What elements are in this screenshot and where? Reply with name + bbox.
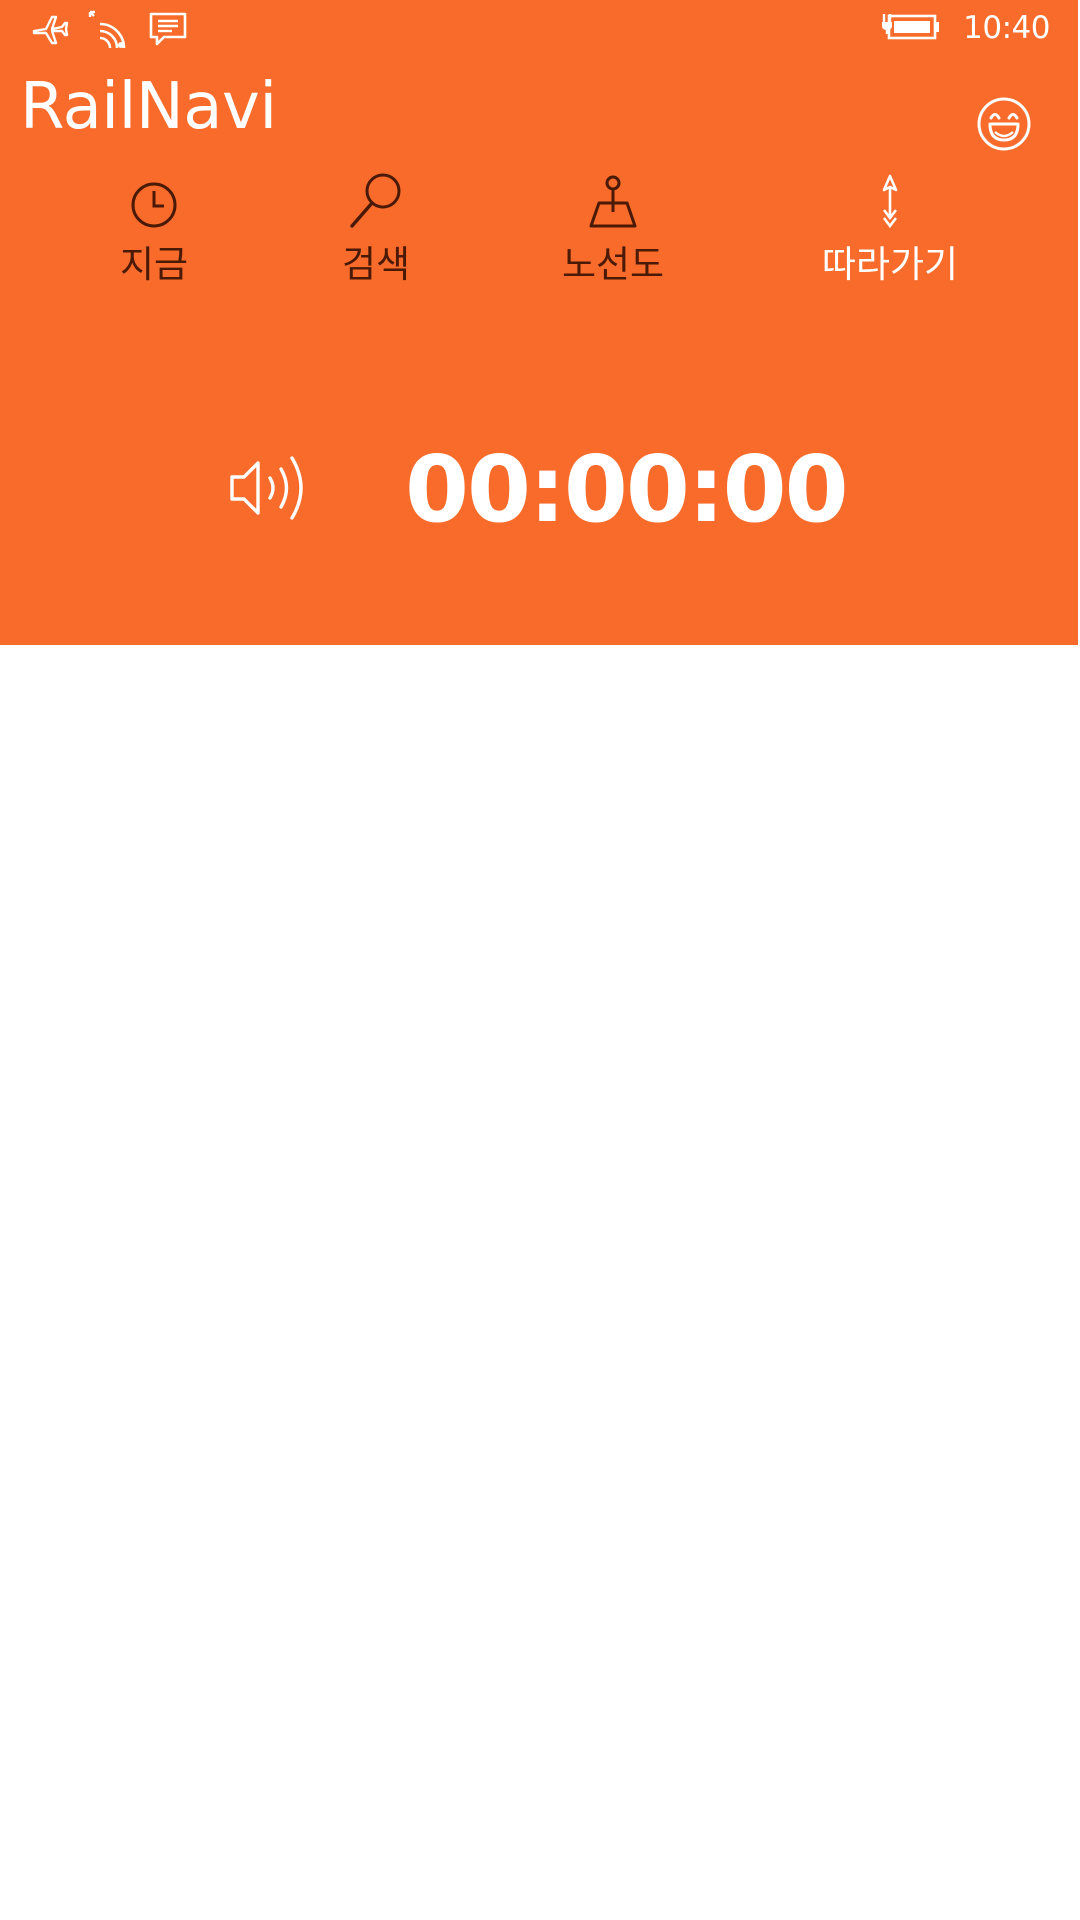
map-pin-icon <box>583 170 643 230</box>
nav-label-now: 지금 <box>119 243 189 286</box>
status-clock: 10:40 <box>963 10 1050 46</box>
status-bar: 10:40 <box>0 0 1080 60</box>
airplane-mode-icon <box>30 9 70 49</box>
nav-item-now[interactable]: 지금 <box>54 170 254 288</box>
smiley-face-icon[interactable] <box>976 96 1032 152</box>
nav-item-route-map[interactable]: 노선도 <box>513 170 713 288</box>
nav-item-follow[interactable]: 따라가기 <box>790 170 990 288</box>
app-header: 10:40 RailNavi 지금 검색 노선도 따라가기 00:00:00 <box>0 0 1078 645</box>
player-bar: 00:00:00 <box>0 440 1080 550</box>
status-icons-right: 10:40 <box>881 8 1050 48</box>
content-area <box>0 645 1080 1920</box>
search-icon <box>346 170 406 230</box>
nav-label-route-map: 노선도 <box>561 243 665 286</box>
elapsed-timer: 00:00:00 <box>405 436 849 543</box>
nav-item-search[interactable]: 검색 <box>276 170 476 288</box>
speaker-volume-icon[interactable] <box>228 452 310 524</box>
main-nav: 지금 검색 노선도 따라가기 <box>0 170 1080 290</box>
message-icon <box>148 9 188 49</box>
clock-icon <box>124 170 184 230</box>
navigation-arrow-icon <box>860 170 920 230</box>
wifi-icon <box>88 8 130 50</box>
nav-label-search: 검색 <box>341 243 411 286</box>
app-title: RailNavi <box>20 70 277 144</box>
battery-charging-icon <box>881 8 941 48</box>
nav-label-follow: 따라가기 <box>821 243 959 286</box>
status-icons-left <box>30 8 188 50</box>
